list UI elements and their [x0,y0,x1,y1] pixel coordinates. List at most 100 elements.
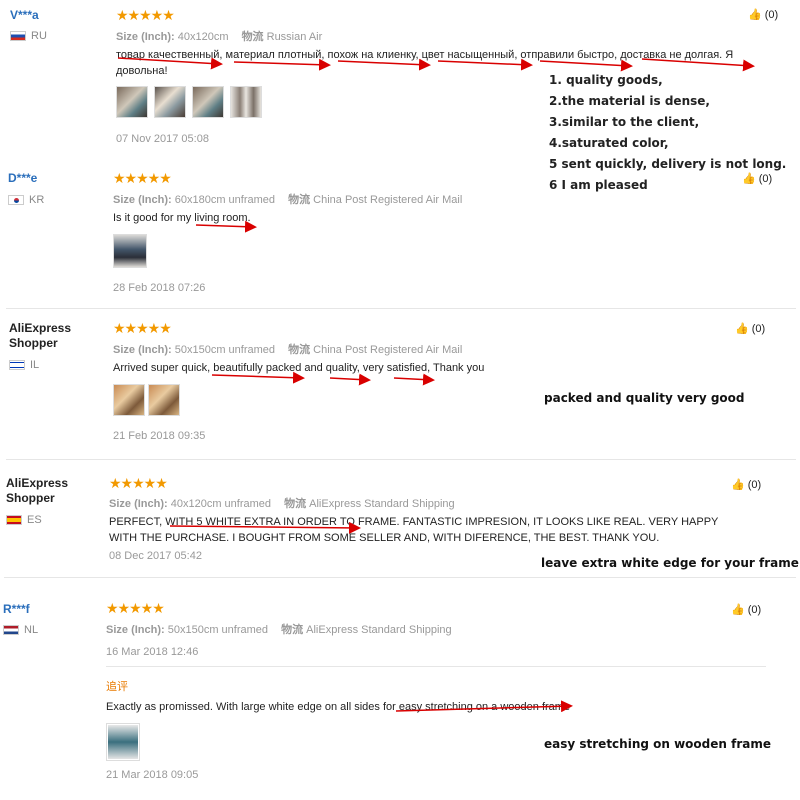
reviewer-country: NL [3,624,38,636]
flag-nl-icon [3,625,19,635]
followup-label: 追评 [106,681,128,693]
followup-divider [106,666,766,667]
review-photo[interactable] [154,86,186,118]
order-info: Size (Inch): 60x180cm unframed 物流 China … [113,191,462,207]
reviewer-name: R***f [3,602,30,616]
review-photos [116,86,262,118]
logistics-label: 物流 [284,498,307,510]
country-code: RU [31,30,47,42]
logistics-value: China Post Registered Air Mail [313,194,463,206]
country-code: IL [30,359,40,371]
followup-text: Exactly as promissed. With large white e… [106,701,571,713]
annotation-line: 2.the material is dense, [549,94,710,108]
logistics-value: AliExpress Standard Shipping [309,498,455,510]
review-text: PERFECT, WITH 5 WHITE EXTRA IN ORDER TO … [109,516,719,544]
order-info: Size (Inch): 40x120cm 物流 Russian Air [116,28,322,44]
size-label: Size (Inch): [116,31,175,43]
country-code: NL [24,624,39,636]
reviewer-country: RU [10,30,47,42]
country-code: ES [27,514,42,526]
annotation-stretching: easy stretching on wooden frame [544,737,771,751]
logistics-value: Russian Air [266,31,323,43]
review-photos [113,384,180,416]
star-rating: ★★★★★ [106,600,165,616]
like-button[interactable]: 👍 (0) [748,8,779,22]
flag-il-icon [9,360,25,370]
review-date: 28 Feb 2018 07:26 [113,282,206,294]
like-count: (0) [747,603,762,616]
reviewer-name: D***e [8,171,38,185]
size-label: Size (Inch): [106,624,165,636]
flag-kr-icon [8,195,24,205]
like-button[interactable]: 👍 (0) [731,478,762,492]
like-count: (0) [747,478,762,491]
country-code: KR [29,194,45,206]
star-rating: ★★★★★ [109,475,168,491]
logistics-label: 物流 [288,344,311,356]
logistics-value: AliExpress Standard Shipping [306,624,452,636]
review-divider [4,577,796,578]
reviewer-country: ES [6,514,42,526]
like-button[interactable]: 👍 (0) [735,322,766,336]
thumbs-up-icon: 👍 [748,9,762,21]
review-photo[interactable] [192,86,224,118]
size-value: 40x120cm [177,31,229,43]
logistics-label: 物流 [281,624,304,636]
annotation-white-edge: leave extra white edge for your frame [541,556,799,570]
review-photo[interactable] [230,86,262,118]
like-count: (0) [764,8,779,21]
reviewer-name: AliExpress Shopper [6,476,69,505]
annotation-packed: packed and quality very good [544,391,745,405]
logistics-value: China Post Registered Air Mail [313,344,463,356]
annotation-line: 3.similar to the client, [549,115,700,129]
thumbs-up-icon: 👍 [731,479,745,491]
reviewer-country: IL [9,359,39,371]
arrow [329,373,371,386]
review-photos [113,234,147,268]
size-value: 40x120cm unframed [170,498,272,510]
size-label: Size (Inch): [113,344,172,356]
thumbs-up-icon: 👍 [731,604,745,616]
flag-ru-icon [10,31,26,41]
followup-date: 21 Mar 2018 09:05 [106,769,199,781]
order-info: Size (Inch): 50x150cm unframed 物流 China … [113,341,462,357]
review-divider [6,308,796,309]
review-date: 21 Feb 2018 09:35 [113,430,206,442]
like-button[interactable]: 👍 (0) [742,172,773,186]
order-info: Size (Inch): 40x120cm unframed 物流 AliExp… [109,495,455,511]
like-count: (0) [758,172,773,185]
logistics-label: 物流 [241,31,264,43]
review-date: 16 Mar 2018 12:46 [106,646,199,658]
size-label: Size (Inch): [109,498,168,510]
like-count: (0) [751,322,766,335]
size-value: 50x150cm unframed [167,624,269,636]
reviewer-name: V***a [10,8,39,22]
review-photo[interactable] [116,86,148,118]
reviewer-name: AliExpress Shopper [9,321,72,350]
review-photo[interactable] [108,725,138,759]
star-rating: ★★★★★ [113,320,172,336]
order-info: Size (Inch): 50x150cm unframed 物流 AliExp… [106,621,452,637]
review-photo[interactable] [113,384,145,416]
flag-es-icon [6,515,22,525]
logistics-label: 物流 [288,194,311,206]
review-photos [106,723,140,761]
review-date: 08 Dec 2017 05:42 [109,550,202,562]
star-rating: ★★★★★ [113,170,172,186]
review-photo[interactable] [113,234,147,268]
like-button[interactable]: 👍 (0) [731,603,762,617]
annotation-line: 1. quality goods, [549,73,663,87]
review-divider [6,459,796,460]
arrow [393,373,435,386]
review-text: Arrived super quick, beautifully packed … [113,362,485,374]
thumbs-up-icon: 👍 [735,323,749,335]
annotation-line: 4.saturated color, [549,136,669,150]
review-photo[interactable] [148,384,180,416]
size-value: 50x150cm unframed [174,344,276,356]
reviewer-country: KR [8,194,44,206]
star-rating: ★★★★★ [116,7,175,23]
thumbs-up-icon: 👍 [742,173,756,185]
review-text: Is it good for my living room. [113,212,251,224]
size-value: 60x180cm unframed [174,194,276,206]
size-label: Size (Inch): [113,194,172,206]
